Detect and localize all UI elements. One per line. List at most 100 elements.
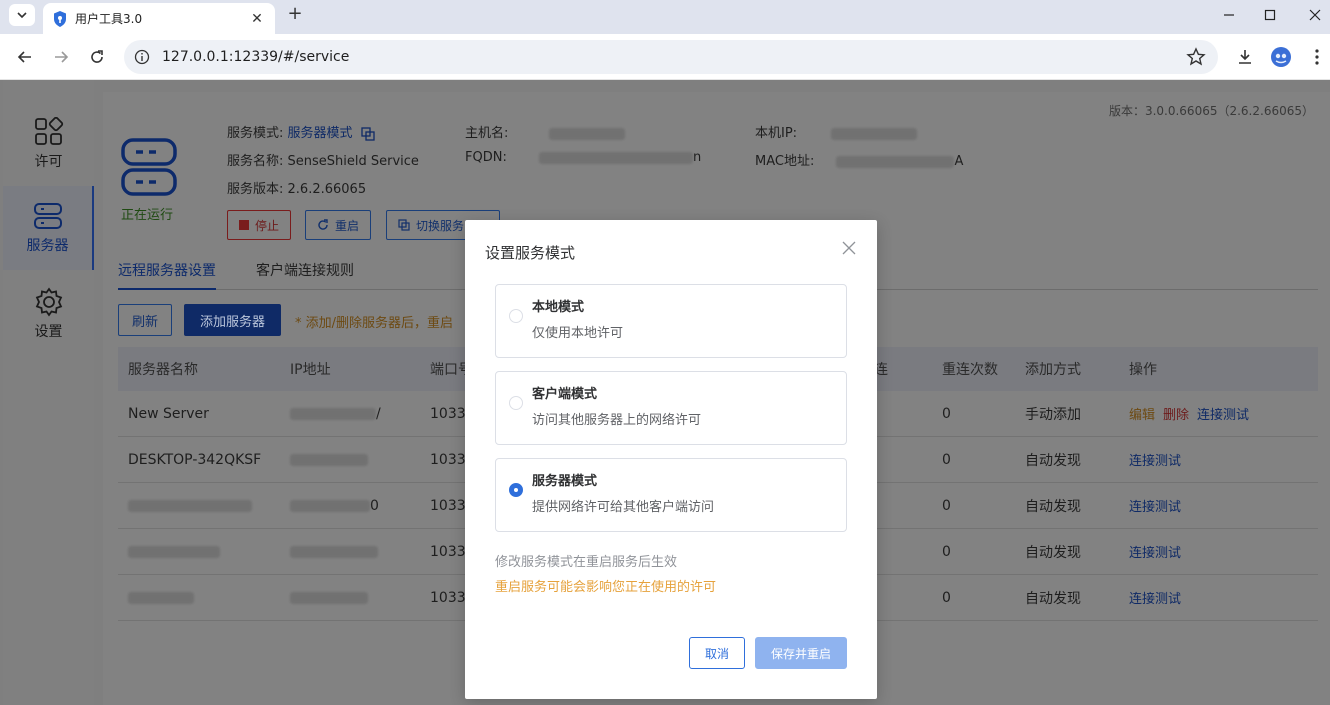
server-mode-radio[interactable] — [509, 483, 523, 497]
option-description: 提供网络许可给其他客户端访问 — [532, 500, 715, 515]
server-mode-option[interactable]: 服务器模式 提供网络许可给其他客户端访问 — [495, 458, 847, 532]
redacted-ip — [831, 127, 918, 140]
connection-test-link[interactable]: 连接测试 — [1129, 450, 1181, 469]
ip-cell — [290, 437, 368, 482]
server-icon — [33, 203, 62, 229]
operations-cell: 连接测试 — [1129, 529, 1189, 574]
sidebar-item-server[interactable]: 服务器 — [3, 186, 94, 270]
profile-button[interactable] — [1268, 44, 1294, 70]
version-label: 版本：3.0.0.66065（2.6.2.66065） — [1108, 104, 1314, 118]
server-name: New Server — [128, 405, 209, 422]
switch-icon — [398, 219, 410, 231]
connection-test-link[interactable]: 连接测试 — [1129, 588, 1181, 607]
add-server-button[interactable]: 添加服务器 — [184, 304, 282, 336]
option-description: 仅使用本地许可 — [532, 326, 624, 341]
redacted-fqdn — [538, 151, 693, 164]
ip-cell — [290, 529, 378, 574]
sidebar-item-label: 许可 — [34, 154, 63, 170]
address-bar[interactable]: 127.0.0.1:12339/#/service — [124, 40, 1218, 74]
hostname-key: 主机名: — [465, 126, 509, 141]
column-header: 服务器名称 — [128, 362, 198, 378]
port-cell: 1033 — [430, 451, 466, 468]
service-name-key: 服务名称: — [227, 154, 284, 169]
column-header: 操作 — [1129, 362, 1157, 378]
reload-icon — [318, 219, 328, 230]
more-vertical-icon — [1315, 49, 1319, 65]
tab-client-rules[interactable]: 客户端连接规则 — [256, 262, 354, 290]
operations-cell: 编辑 删除 连接测试 — [1129, 391, 1257, 436]
redacted-hostname — [548, 127, 625, 140]
service-version-key: 服务版本: — [227, 182, 284, 197]
service-name-row: 服务名称: SenseShield Service — [227, 150, 419, 169]
port-cell: 1033 — [430, 589, 466, 606]
browser-tab[interactable]: 用户工具3.0 ✕ — [43, 3, 275, 34]
add-method: 自动发现 — [1025, 452, 1081, 469]
back-button[interactable] — [12, 44, 38, 70]
operations-cell: 连接测试 — [1129, 575, 1189, 620]
browser-tab-bar: 用户工具3.0 ✕ + — [0, 0, 1330, 34]
add-method: 自动发现 — [1025, 544, 1081, 561]
url-text: 127.0.0.1:12339/#/service — [162, 49, 350, 65]
reload-button[interactable] — [84, 44, 110, 70]
ip-tail: / — [376, 405, 381, 422]
stop-button[interactable]: 停止 — [227, 210, 292, 240]
option-title: 服务器模式 — [532, 474, 598, 489]
restart-button[interactable]: 重启 — [305, 210, 372, 240]
hostname-row: 主机名: — [465, 122, 625, 141]
stop-label: 停止 — [255, 218, 280, 233]
sidebar-item-label: 服务器 — [26, 238, 69, 254]
sidebar-item-label: 设置 — [34, 324, 63, 340]
switch-icon[interactable] — [361, 126, 375, 141]
client-mode-option[interactable]: 客户端模式 访问其他服务器上的网络许可 — [495, 371, 847, 445]
redacted-ip — [290, 407, 376, 420]
dialog-title: 设置服务模式 — [485, 244, 576, 262]
minimize-button[interactable] — [1206, 0, 1252, 30]
browser-menu-button[interactable] — [1304, 44, 1330, 70]
warning-text: * 添加/删除服务器后，重启 — [295, 316, 454, 331]
redacted-ip — [290, 453, 368, 466]
connection-test-link[interactable]: 连接测试 — [1129, 542, 1181, 561]
download-button[interactable] — [1232, 44, 1258, 70]
close-icon[interactable] — [841, 240, 857, 256]
connection-test-link[interactable]: 连接测试 — [1197, 404, 1249, 423]
sidebar-item-license[interactable]: 许可 — [3, 102, 94, 186]
server-name — [128, 529, 220, 574]
maximize-button[interactable] — [1247, 0, 1293, 30]
service-version-value: 2.6.2.66065 — [287, 182, 367, 197]
edit-link[interactable]: 编辑 — [1129, 404, 1155, 423]
restart-warning: 重启服务可能会影响您正在使用的许可 — [495, 580, 717, 595]
ip-tail: 0 — [370, 497, 379, 514]
port-cell: 1033 — [430, 405, 466, 422]
mac-row: MAC地址: A — [755, 150, 963, 169]
local-mode-radio[interactable] — [509, 309, 523, 323]
delete-link[interactable]: 删除 — [1163, 404, 1189, 423]
chevron-down-icon — [17, 12, 27, 19]
service-version-row: 服务版本: 2.6.2.66065 — [227, 178, 366, 197]
close-window-button[interactable] — [1292, 0, 1330, 30]
tab-search-button[interactable] — [9, 4, 35, 26]
sidebar-item-settings[interactable]: 设置 — [3, 272, 94, 356]
local-mode-option[interactable]: 本地模式 仅使用本地许可 — [495, 284, 847, 358]
restart-label: 重启 — [335, 218, 360, 233]
new-tab-button[interactable]: + — [284, 3, 306, 25]
operations-cell: 连接测试 — [1129, 437, 1189, 482]
close-tab-icon[interactable]: ✕ — [249, 11, 265, 27]
arrow-left-icon — [17, 51, 31, 63]
restart-note: 修改服务模式在重启服务后生效 — [495, 555, 678, 570]
connection-test-link[interactable]: 连接测试 — [1129, 496, 1181, 515]
tab-remote-servers[interactable]: 远程服务器设置 — [118, 262, 216, 290]
cancel-button[interactable]: 取消 — [689, 637, 745, 669]
shield-icon — [54, 10, 66, 27]
retry-count: 0 — [942, 543, 951, 560]
save-and-restart-button[interactable]: 保存并重启 — [755, 637, 847, 669]
sidebar: 许可 服务器 设置 — [3, 80, 94, 705]
star-icon[interactable] — [1186, 47, 1206, 67]
forward-button[interactable] — [48, 44, 74, 70]
maximize-icon — [1264, 9, 1276, 21]
refresh-button[interactable]: 刷新 — [118, 304, 173, 336]
add-method: 自动发现 — [1025, 498, 1081, 515]
local-ip-key: 本机IP: — [755, 126, 798, 141]
tab-title: 用户工具3.0 — [75, 12, 143, 26]
client-mode-radio[interactable] — [509, 396, 523, 410]
redacted-ip — [290, 545, 378, 558]
